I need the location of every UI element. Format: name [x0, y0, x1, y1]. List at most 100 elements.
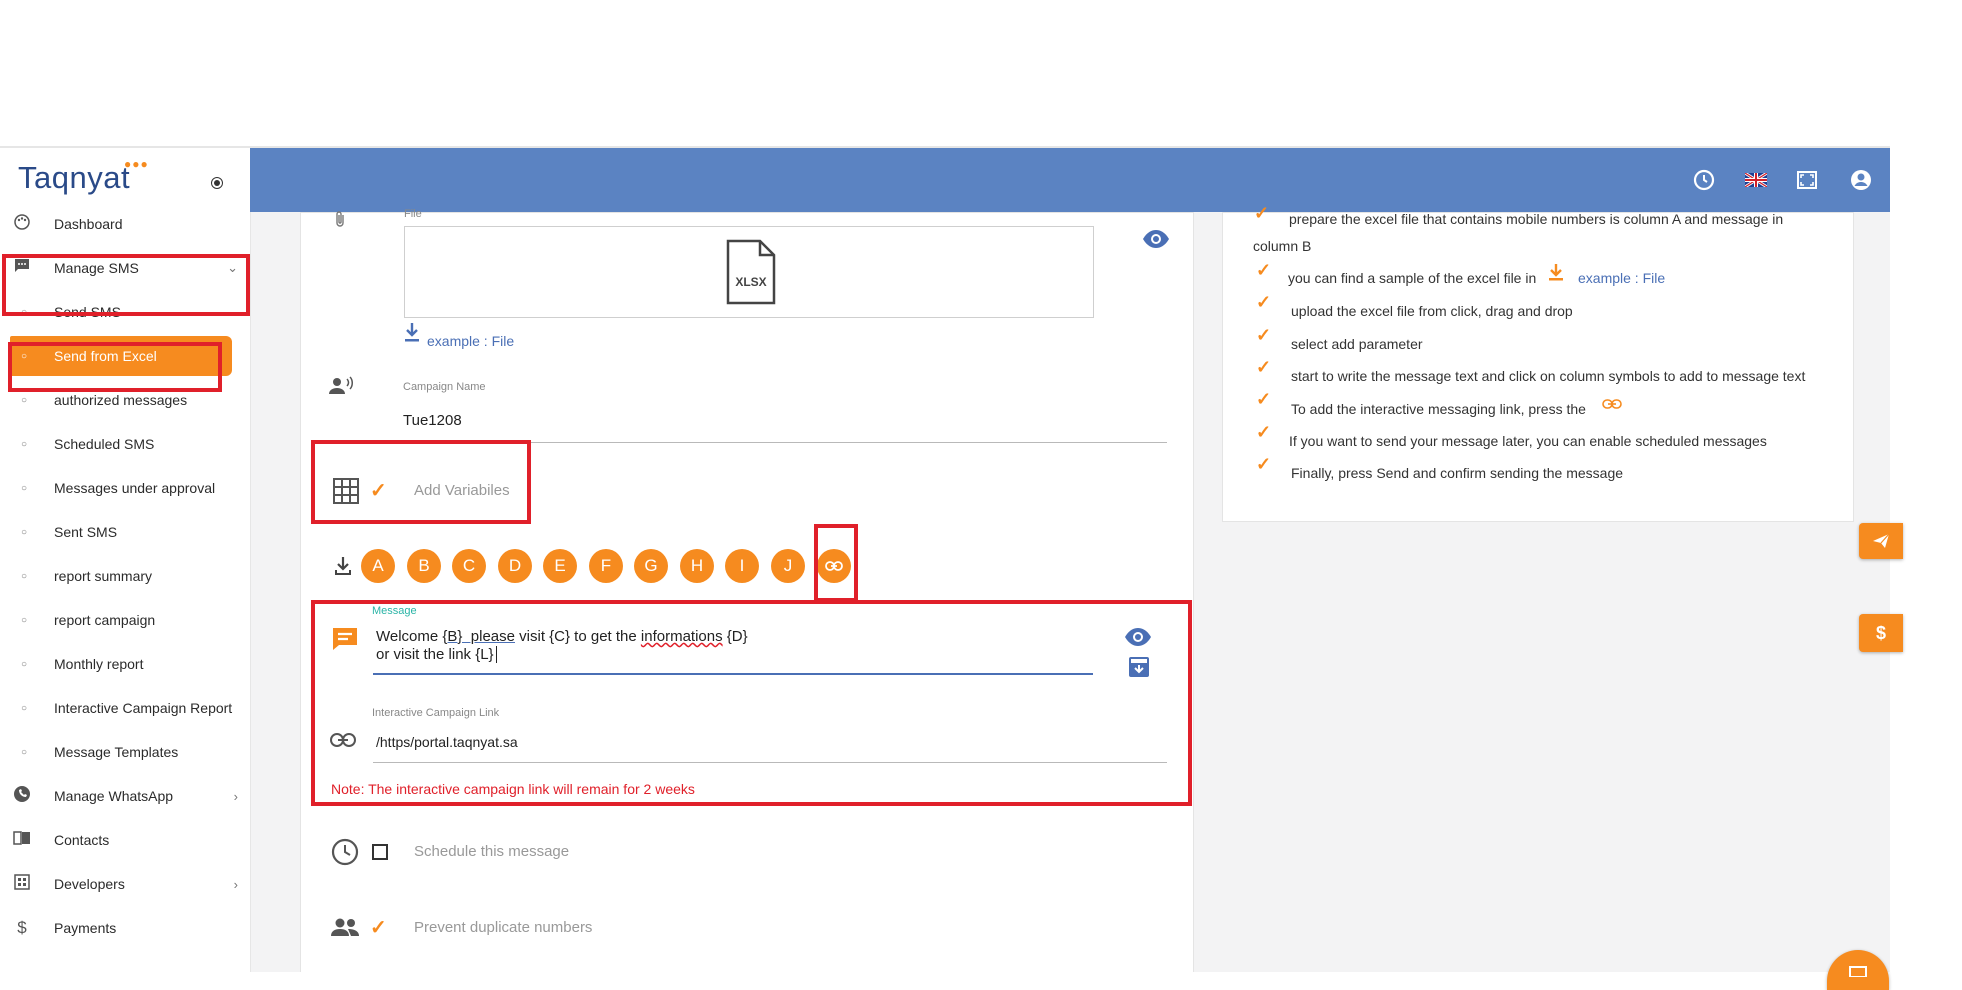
variable-button-g[interactable]: G [634, 549, 668, 583]
insert-variable-icon[interactable] [334, 556, 352, 581]
prevent-duplicates-checkbox[interactable]: ✓ [370, 915, 387, 940]
sidebar-item-payments[interactable]: $ Payments [0, 908, 250, 948]
sidebar-item-scheduled-sms[interactable]: ○ Scheduled SMS [0, 424, 250, 464]
message-icon [331, 626, 359, 657]
message-textarea[interactable]: Welcome {B} please visit {C} to get the … [376, 628, 748, 664]
sidebar-item-sent-sms[interactable]: ○ Sent SMS [0, 512, 250, 552]
schedule-checkbox[interactable] [372, 844, 388, 860]
instruction-1-cont: column B [1253, 238, 1312, 254]
file-dropzone[interactable]: XLSX [404, 226, 1094, 318]
sidebar-item-label: Interactive Campaign Report [54, 700, 233, 716]
check-icon: ✓ [1256, 389, 1272, 409]
preview-eye-icon[interactable] [1142, 230, 1170, 253]
palette-icon [12, 214, 32, 234]
sidebar-item-messages-under-approval[interactable]: ○ Messages under approval [0, 468, 250, 508]
sidebar-item-label: Contacts [54, 832, 110, 848]
variable-button-b[interactable]: B [407, 549, 441, 583]
chevron-right-icon: › [233, 876, 238, 892]
sidebar-item-report-summary[interactable]: ○ report summary [0, 556, 250, 596]
download-icon[interactable] [404, 322, 420, 347]
add-variables-checkbox[interactable]: ✓ [370, 478, 387, 503]
user-account-icon[interactable] [1849, 168, 1873, 192]
variable-button-a[interactable]: A [361, 549, 395, 583]
sidebar-item-label: authorized messages [54, 392, 188, 408]
check-icon: ✓ [1256, 292, 1272, 312]
circle-icon: ○ [20, 482, 28, 494]
instruction-8: Finally, press Send and confirm sending … [1291, 465, 1624, 481]
text-cursor [495, 646, 497, 663]
schedule-label: Schedule this message [414, 843, 570, 860]
sidebar-item-label: Scheduled SMS [54, 436, 155, 452]
instruction-3: upload the excel file from click, drag a… [1291, 303, 1573, 319]
sidebar-item-dashboard[interactable]: Dashboard [0, 204, 250, 244]
link-icon [1602, 396, 1622, 414]
chevron-right-icon: › [233, 788, 238, 804]
sidebar-item-monthly-report[interactable]: ○ Monthly report [0, 644, 250, 684]
sidebar-item-interactive-campaign-report[interactable]: ○ Interactive Campaign Report [0, 688, 250, 728]
sidebar-item-authorized-messages[interactable]: ○ authorized messages [0, 380, 250, 420]
sidebar-item-manage-whatsapp[interactable]: Manage WhatsApp › [0, 776, 250, 816]
sidebar-item-manage-sms[interactable]: Manage SMS ⌄ [0, 248, 250, 288]
circle-icon: ○ [20, 438, 28, 450]
variable-button-c[interactable]: C [452, 549, 486, 583]
variable-button-i[interactable]: I [725, 549, 759, 583]
save-template-icon[interactable] [1128, 656, 1150, 683]
message-text-part: {B} please [442, 628, 515, 645]
circle-icon: ○ [20, 394, 28, 406]
message-text-part: Welcome [376, 628, 443, 645]
instruction-2: you can find a sample of the excel file … [1288, 270, 1537, 286]
sidebar-item-label: Developers [54, 876, 125, 892]
whatsapp-icon [12, 785, 32, 807]
sidebar-item-label: report campaign [54, 612, 156, 628]
logo: Taqnyat [18, 160, 131, 195]
message-preview-eye-icon[interactable] [1124, 628, 1152, 651]
variable-button-j[interactable]: J [771, 549, 805, 583]
sidebar-item-send-from-excel[interactable]: ○ Send from Excel [10, 336, 232, 376]
radio-icon[interactable] [211, 177, 223, 189]
check-icon: ✓ [1256, 260, 1272, 280]
chevron-down-icon: ⌄ [227, 260, 238, 275]
sidebar-item-contacts[interactable]: Contacts [0, 820, 250, 860]
variable-button-d[interactable]: D [498, 549, 532, 583]
sidebar-item-label: Payments [54, 920, 117, 936]
link-icon [330, 733, 356, 752]
prevent-duplicates-label: Prevent duplicate numbers [414, 919, 593, 936]
sidebar-item-developers[interactable]: Developers › [0, 864, 250, 904]
link-expiry-note: Note: The interactive campaign link will… [331, 781, 695, 797]
sms-icon [12, 258, 32, 278]
dollar-icon[interactable]: $ [1859, 614, 1903, 652]
variable-button-h[interactable]: H [680, 549, 714, 583]
variable-button-e[interactable]: E [543, 549, 577, 583]
instruction-1: prepare the excel file that contains mob… [1289, 211, 1784, 227]
example-file-link[interactable]: example : File [1578, 270, 1665, 286]
send-button[interactable] [1859, 523, 1903, 559]
sidebar-item-label: Message Templates [54, 744, 179, 760]
uk-flag-icon[interactable] [1744, 168, 1768, 192]
sidebar-item-label: Send from Excel [54, 348, 157, 364]
table-grid-icon [333, 478, 359, 509]
sidebar-item-send-sms[interactable]: ○ Send SMS [0, 292, 250, 332]
sidebar-item-report-campaign[interactable]: ○ report campaign [0, 600, 250, 640]
insert-link-button[interactable] [817, 549, 851, 583]
example-file-link[interactable]: example : File [427, 333, 514, 349]
message-text-part: {D} [722, 628, 748, 645]
campaign-name-underline [403, 442, 1167, 443]
message-label: Message [372, 605, 417, 617]
file-label: File [404, 208, 422, 220]
interactive-link-field[interactable]: /https/portal.taqnyat.sa [376, 734, 518, 750]
instruction-7: If you want to send your message later, … [1289, 433, 1767, 449]
clock-icon[interactable] [1692, 168, 1716, 192]
fullscreen-icon[interactable] [1795, 168, 1819, 192]
message-text-part: or visit the link {L} [376, 646, 494, 663]
sidebar-item-message-templates[interactable]: ○ Message Templates [0, 732, 250, 772]
campaign-name-field[interactable]: Tue1208 [403, 412, 462, 429]
check-icon: ✓ [1256, 325, 1272, 345]
sidebar-item-label: Manage SMS [54, 260, 139, 276]
message-text-part: visit {C} to get the [514, 628, 641, 645]
developers-icon [12, 874, 32, 894]
sidebar-item-label: Send SMS [54, 304, 121, 320]
schedule-clock-icon [331, 838, 359, 871]
sidebar-item-label: Manage WhatsApp [54, 788, 174, 804]
circle-icon: ○ [20, 350, 28, 362]
variable-button-f[interactable]: F [589, 549, 623, 583]
